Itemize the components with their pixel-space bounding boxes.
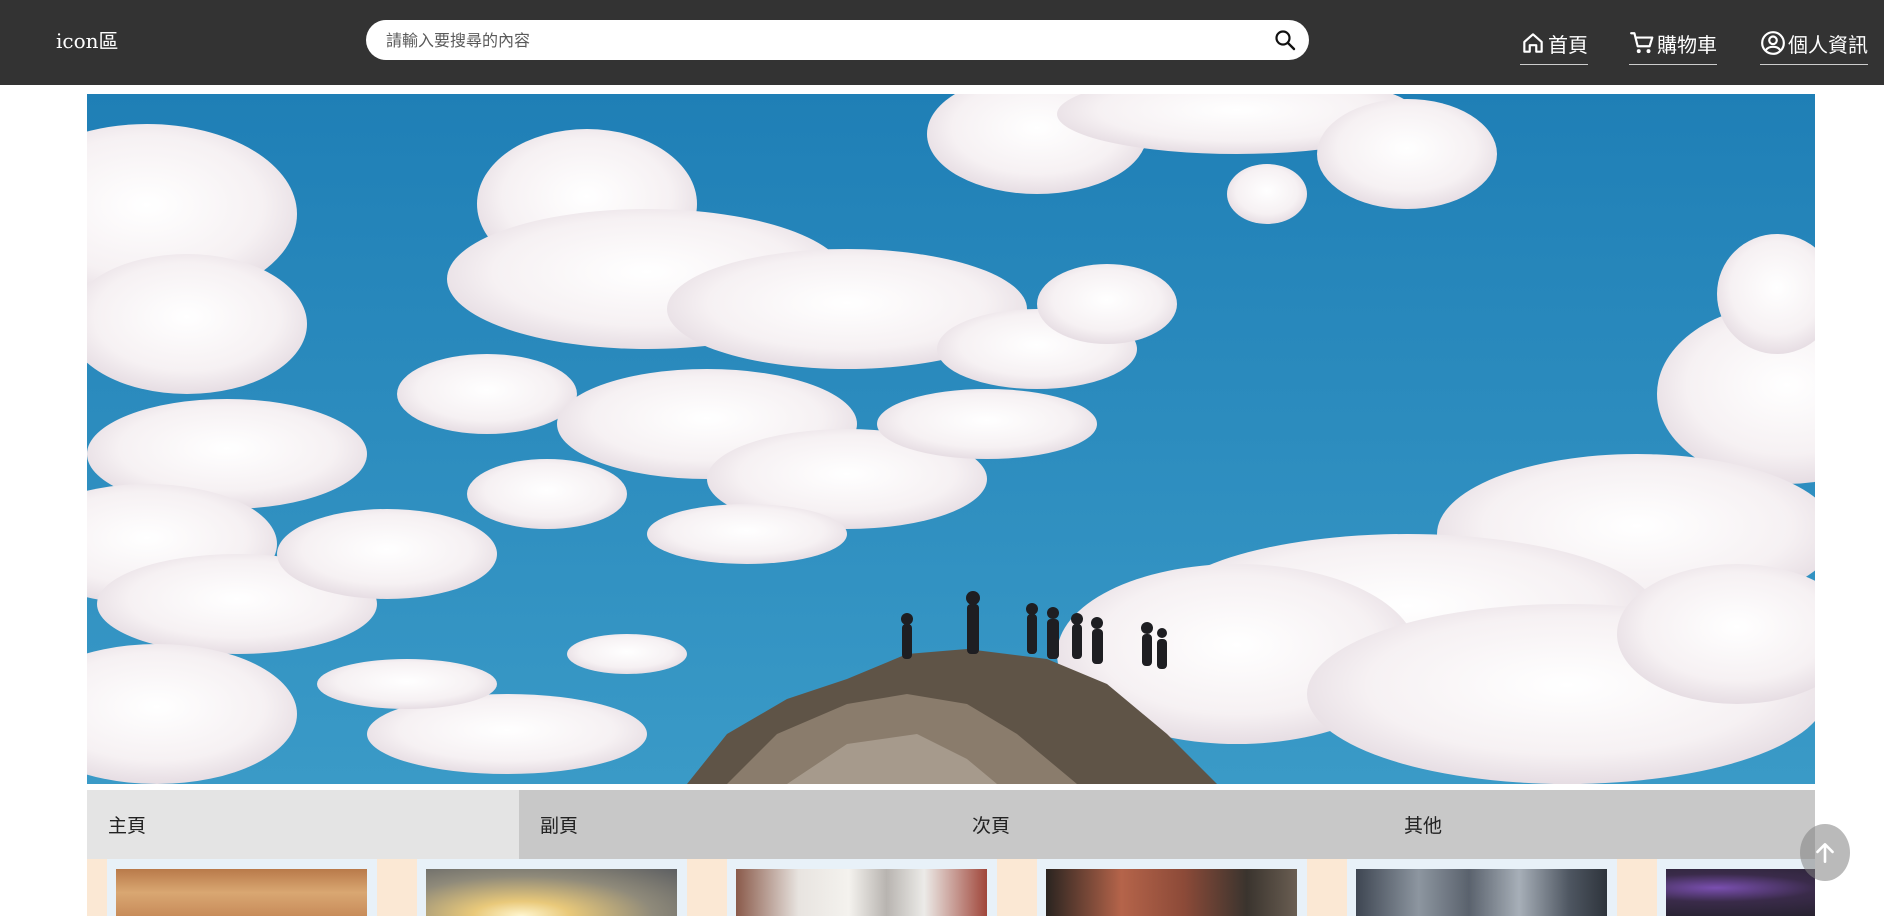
product-image [736, 869, 987, 916]
product-card[interactable] [107, 859, 377, 916]
tab-main[interactable]: 主頁 [87, 790, 519, 859]
tab-secondary[interactable]: 副頁 [519, 790, 951, 859]
tab-next[interactable]: 次頁 [951, 790, 1383, 859]
product-image [1356, 869, 1607, 916]
search-bar [366, 20, 1309, 60]
cart-icon [1630, 32, 1654, 54]
product-card-strip [87, 859, 1815, 916]
back-to-top-button[interactable] [1800, 824, 1850, 881]
arrow-up-icon [1816, 842, 1834, 863]
search-icon[interactable] [1273, 28, 1297, 52]
home-icon [1523, 33, 1543, 53]
hero-banner [87, 94, 1815, 784]
product-image [1666, 869, 1815, 916]
product-card[interactable] [1037, 859, 1307, 916]
nav-cart-link[interactable]: 購物車 [1629, 22, 1717, 65]
category-tabs: 主頁 副頁 次頁 其他 [87, 790, 1815, 859]
nav-home-link[interactable]: 首頁 [1520, 22, 1588, 65]
product-card[interactable] [1657, 859, 1815, 916]
nav-home-label: 首頁 [1548, 32, 1588, 57]
nav-account-link[interactable]: 個人資訊 [1760, 22, 1868, 65]
search-input[interactable] [386, 20, 1246, 60]
product-card[interactable] [417, 859, 687, 916]
site-logo[interactable]: icon區 [56, 26, 119, 56]
account-icon [1761, 31, 1785, 55]
hero-image [87, 94, 1815, 784]
product-card[interactable] [727, 859, 997, 916]
product-image [1046, 869, 1297, 916]
nav-cart-label: 購物車 [1657, 32, 1717, 57]
top-navbar: icon區 首頁 購物車 個人資訊 [0, 0, 1884, 85]
product-image [116, 869, 367, 916]
nav-account-label: 個人資訊 [1788, 32, 1868, 57]
product-card[interactable] [1347, 859, 1617, 916]
tab-other[interactable]: 其他 [1383, 790, 1815, 859]
product-image [426, 869, 677, 916]
